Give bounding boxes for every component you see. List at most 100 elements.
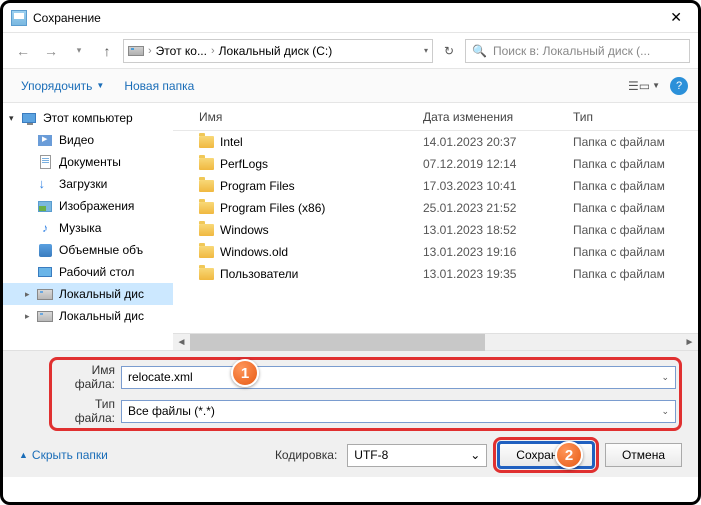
tree-item[interactable]: Загрузки: [3, 173, 173, 195]
breadcrumb-pc[interactable]: Этот ко...: [156, 44, 207, 58]
tree-item-label: Локальный дис: [59, 287, 144, 301]
filetype-select[interactable]: Все файлы (*.*) ⌄: [121, 400, 676, 423]
file-row[interactable]: Program Files 17.03.2023 10:41Папка с фай…: [173, 175, 698, 197]
chevron-down-icon[interactable]: ⌄: [661, 372, 669, 383]
file-type: Папка с файлам: [573, 179, 698, 193]
filename-input[interactable]: [128, 370, 661, 384]
nav-recent-drop[interactable]: ▾: [67, 39, 91, 63]
new-folder-button[interactable]: Новая папка: [124, 79, 194, 93]
file-type: Папка с файлам: [573, 135, 698, 149]
tree-item[interactable]: Локальный дис: [3, 283, 173, 305]
encoding-select[interactable]: UTF-8 ⌄: [347, 444, 487, 467]
tree-item[interactable]: Изображения: [3, 195, 173, 217]
file-name: Intel: [220, 135, 243, 149]
help-button[interactable]: ?: [670, 77, 688, 95]
expand-icon[interactable]: [9, 113, 19, 124]
cancel-button[interactable]: Отмена: [605, 443, 682, 467]
chevron-down-icon[interactable]: ⌄: [661, 406, 669, 417]
collapse-icon: ▲: [19, 450, 28, 460]
file-row[interactable]: PerfLogs07.12.2019 12:14Папка с файлам: [173, 153, 698, 175]
folder-icon: [199, 246, 214, 258]
tree-item-label: Рабочий стол: [59, 265, 134, 279]
file-row[interactable]: Windows.old 13.01.2023 19:16Папка с файла…: [173, 241, 698, 263]
file-name: Program Files: [220, 179, 295, 193]
tree-item-label: Видео: [59, 133, 94, 147]
tree-item-label: Локальный дис: [59, 309, 144, 323]
tree-item-label: Объемные объ: [59, 243, 143, 257]
tree-pc[interactable]: Этот компьютер: [3, 107, 173, 129]
hide-folders-link[interactable]: ▲ Скрыть папки: [19, 448, 108, 462]
nav-forward-button[interactable]: →: [39, 39, 63, 63]
file-type: Папка с файлам: [573, 157, 698, 171]
scrollbar-thumb[interactable]: [190, 334, 485, 351]
tree-item[interactable]: ♪ Музыка: [3, 217, 173, 239]
file-row[interactable]: Windows 13.01.2023 18:52Папка с файлам: [173, 219, 698, 241]
expand-icon[interactable]: [25, 311, 35, 322]
col-date-header[interactable]: Дата изменения: [423, 110, 573, 124]
file-date: 13.01.2023 19:35: [423, 267, 573, 281]
drive-icon: [128, 46, 144, 56]
folder-icon: [199, 224, 214, 236]
file-name: Windows.old: [220, 245, 288, 259]
address-bar[interactable]: › Этот ко... › Локальный диск (C:) ▾: [123, 39, 433, 63]
nav-tree: Этот компьютер Видео Документы Загрузки Изо…: [3, 103, 173, 350]
search-box[interactable]: 🔍 Поиск в: Локальный диск (...: [465, 39, 690, 63]
refresh-button[interactable]: ↻: [437, 39, 461, 63]
nav-back-button[interactable]: ←: [11, 39, 35, 63]
file-row[interactable]: Intel 14.01.2023 20:37Папка с файлам: [173, 131, 698, 153]
bottom-panel: Имя файла: ⌄ Тип файла: Все файлы (*.*) …: [3, 351, 698, 477]
search-placeholder: Поиск в: Локальный диск (...: [493, 44, 650, 58]
list-view-icon: ☰▭: [628, 79, 650, 93]
file-name: Windows: [220, 223, 269, 237]
tree-item-label: Загрузки: [59, 177, 107, 191]
close-button[interactable]: ✕: [662, 9, 690, 26]
file-row[interactable]: Пользователи 13.01.2023 19:35Папка с файл…: [173, 263, 698, 285]
scroll-right-icon[interactable]: ►: [681, 337, 698, 348]
tree-item[interactable]: Объемные объ: [3, 239, 173, 261]
tree-item-label: Музыка: [59, 221, 101, 235]
nav-up-button[interactable]: ↑: [95, 39, 119, 63]
file-type: Папка с файлам: [573, 267, 698, 281]
file-type: Папка с файлам: [573, 201, 698, 215]
search-icon: 🔍: [472, 44, 487, 58]
chevron-down-icon[interactable]: ⌄: [470, 448, 480, 462]
address-dropdown-icon[interactable]: ▾: [424, 46, 428, 55]
doc-icon: [37, 154, 53, 170]
down-icon: [37, 176, 53, 192]
file-date: 07.12.2019 12:14: [423, 157, 573, 171]
file-type: Папка с файлам: [573, 245, 698, 259]
col-type-header[interactable]: Тип: [573, 110, 698, 124]
expand-icon[interactable]: [25, 289, 35, 300]
nav-row: ← → ▾ ↑ › Этот ко... › Локальный диск (C…: [3, 33, 698, 69]
file-list-area: Имя Дата изменения Тип Intel 14.01.2023 2…: [173, 103, 698, 350]
file-name: Пользователи: [220, 267, 298, 281]
col-name-header[interactable]: Имя: [173, 110, 423, 124]
filename-label: Имя файла:: [55, 363, 121, 391]
filename-field[interactable]: ⌄: [121, 366, 676, 389]
encoding-value: UTF-8: [354, 448, 388, 462]
file-type: Папка с файлам: [573, 223, 698, 237]
file-row[interactable]: Program Files (x86)25.01.2023 21:52Папка…: [173, 197, 698, 219]
organize-button[interactable]: Упорядочить▼: [21, 79, 104, 93]
horizontal-scrollbar[interactable]: ◄ ►: [173, 333, 698, 350]
folder-icon: [199, 136, 214, 148]
tree-pc-label: Этот компьютер: [43, 111, 133, 125]
breadcrumb-sep-icon: ›: [211, 45, 215, 57]
annotation-badge-1: 1: [231, 359, 259, 387]
scroll-left-icon[interactable]: ◄: [173, 337, 190, 348]
tree-item[interactable]: Рабочий стол: [3, 261, 173, 283]
img-icon: [37, 198, 53, 214]
tree-item[interactable]: Локальный дис: [3, 305, 173, 327]
file-date: 25.01.2023 21:52: [423, 201, 573, 215]
file-date: 13.01.2023 19:16: [423, 245, 573, 259]
file-date: 14.01.2023 20:37: [423, 135, 573, 149]
file-date: 13.01.2023 18:52: [423, 223, 573, 237]
tree-item[interactable]: Видео: [3, 129, 173, 151]
title-bar: Сохранение ✕: [3, 3, 698, 33]
music-icon: ♪: [37, 220, 53, 236]
view-mode-button[interactable]: ☰▭ ▼: [628, 79, 660, 93]
breadcrumb-drive[interactable]: Локальный диск (C:): [219, 44, 333, 58]
tree-item[interactable]: Документы: [3, 151, 173, 173]
window-title: Сохранение: [33, 11, 662, 25]
file-date: 17.03.2023 10:41: [423, 179, 573, 193]
